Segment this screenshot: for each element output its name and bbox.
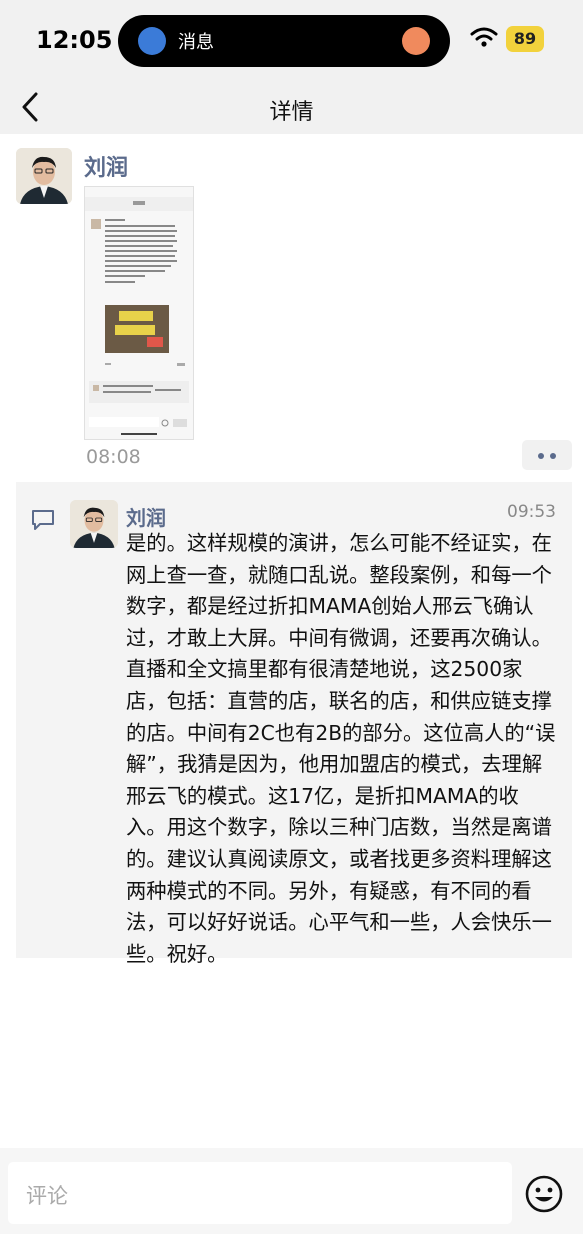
nav-bar: 详情 bbox=[0, 80, 583, 134]
more-icon-dot bbox=[550, 453, 556, 459]
comment-time: 09:53 bbox=[507, 502, 556, 522]
post-image[interactable] bbox=[84, 186, 194, 440]
mail-icon bbox=[402, 27, 430, 55]
commenter-avatar[interactable] bbox=[70, 500, 118, 548]
author-name[interactable]: 刘润 bbox=[84, 150, 128, 182]
emoji-icon[interactable] bbox=[524, 1174, 564, 1214]
more-icon bbox=[538, 453, 544, 459]
status-time: 12:05 bbox=[36, 26, 113, 54]
dynamic-island[interactable]: 消息 bbox=[118, 15, 450, 67]
comment-bar: 评论 bbox=[0, 1148, 583, 1234]
battery-indicator: 89 bbox=[506, 26, 544, 52]
comment-input[interactable]: 评论 bbox=[8, 1162, 512, 1224]
author-avatar[interactable] bbox=[16, 148, 72, 204]
comment-text: 是的。这样规模的演讲，怎么可能不经证实，在网上查一查，就随口乱说。整段案例，和每… bbox=[126, 531, 556, 966]
status-bar: 12:05 消息 89 bbox=[0, 0, 583, 80]
more-button[interactable] bbox=[522, 440, 572, 470]
wifi-icon bbox=[470, 27, 498, 47]
commenter-name[interactable]: 刘润 bbox=[126, 502, 166, 531]
app-icon bbox=[138, 27, 166, 55]
comment-placeholder: 评论 bbox=[26, 1184, 68, 1208]
post-time: 08:08 bbox=[86, 446, 141, 468]
page-title: 详情 bbox=[269, 100, 314, 125]
island-label: 消息 bbox=[178, 32, 214, 53]
comment-section: 刘润 09:53 是的。这样规模的演讲，怎么可能不经证实，在网上查一查，就随口乱… bbox=[16, 482, 572, 966]
comment-icon bbox=[32, 510, 54, 530]
